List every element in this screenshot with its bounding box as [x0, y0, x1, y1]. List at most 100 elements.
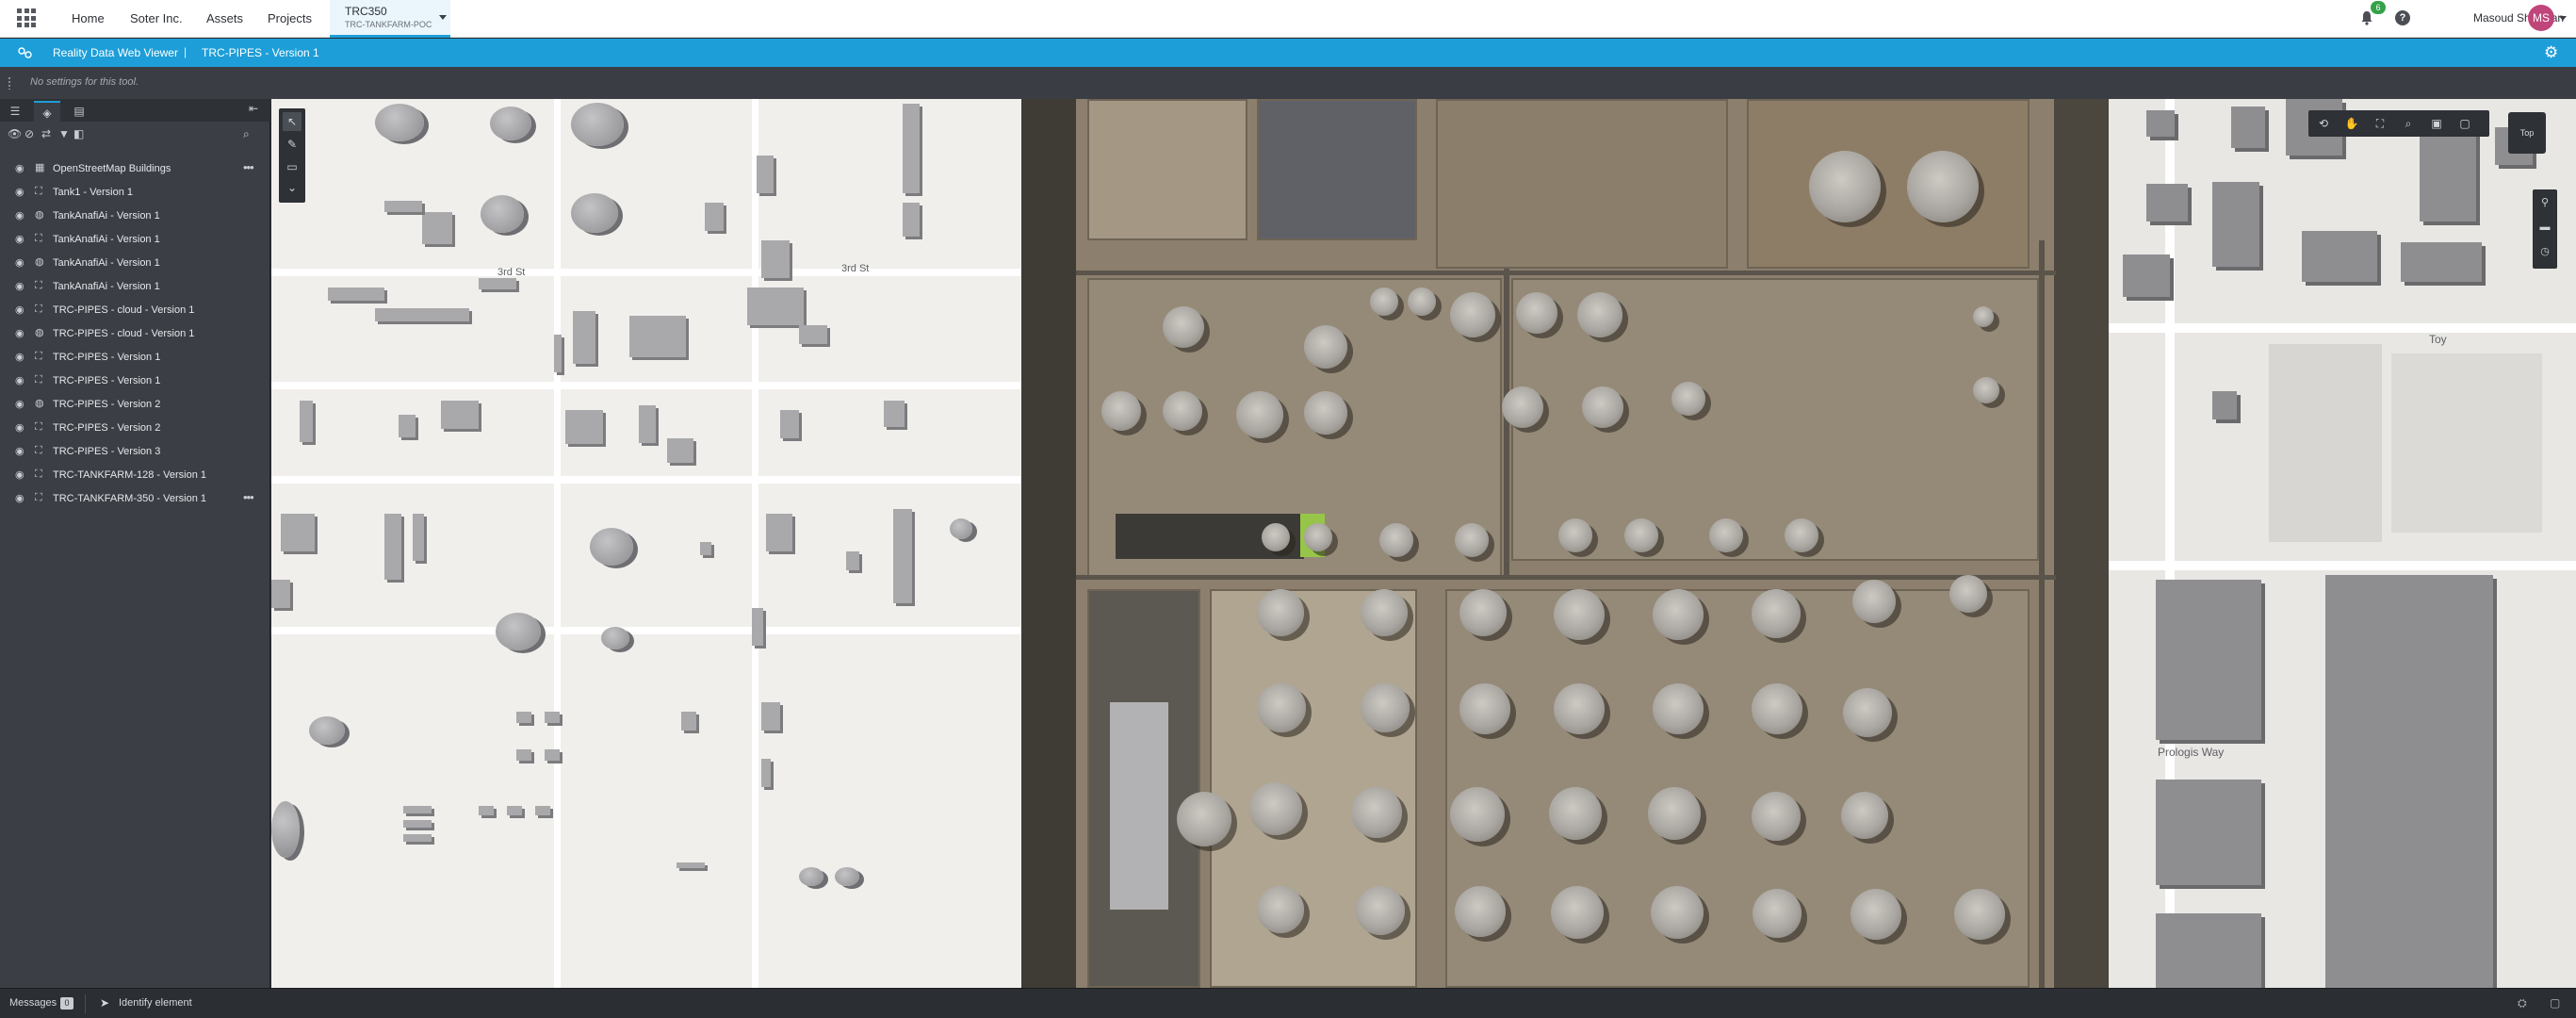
tree-item[interactable]: ◉ ⛶ TankAnafiAi - Version 1 — [0, 228, 270, 252]
tree-item[interactable]: ◉ ⛶ TRC-TANKFARM-350 - Version 1 ••• — [0, 487, 270, 511]
eye-icon[interactable]: ◉ — [15, 493, 26, 504]
right-tool-column: ⚲ ▬ ◷ — [2533, 189, 2557, 269]
storage-tank — [1752, 683, 1802, 734]
eye-icon[interactable]: ◉ — [15, 234, 26, 245]
storage-tank — [1351, 787, 1402, 838]
eye-icon[interactable]: ◉ — [15, 352, 26, 363]
tree-item-label: TRC-TANKFARM-128 - Version 1 — [53, 469, 207, 481]
tree-item[interactable]: ◉ ⛶ TRC-PIPES - Version 3 — [0, 440, 270, 464]
help-icon[interactable]: ? — [2395, 10, 2410, 25]
storage-tank — [1973, 377, 1999, 403]
view-redo-icon[interactable]: ▢ — [2454, 114, 2476, 133]
eye-icon[interactable]: ◉ — [15, 469, 26, 481]
eye-icon[interactable]: ◉ — [15, 399, 26, 410]
tab-layers-icon[interactable]: ◈ — [34, 101, 60, 122]
search-icon[interactable]: ⌕ — [243, 127, 250, 141]
view-cube[interactable]: Top — [2508, 112, 2546, 154]
tree-item-label: Tank1 - Version 1 — [53, 187, 133, 198]
tree-item[interactable]: ◉ ◍ TRC-PIPES - Version 2 — [0, 393, 270, 417]
isolate-icon[interactable]: ◧ — [73, 127, 84, 140]
chevron-down-icon[interactable] — [439, 15, 447, 20]
eye-icon[interactable]: ◉ — [15, 446, 26, 457]
user-menu-chevron-icon[interactable] — [2559, 16, 2567, 21]
storage-tank — [1648, 787, 1701, 840]
app-launcher-icon[interactable] — [17, 8, 36, 27]
eye-icon[interactable]: ◉ — [15, 422, 26, 434]
tree-item[interactable]: ◉ ⛶ TRC-PIPES - Version 1 — [0, 346, 270, 369]
tree-item[interactable]: ◉ ⛶ TRC-PIPES - Version 1 — [0, 369, 270, 393]
pan-hand-icon[interactable]: ✋ — [2340, 114, 2363, 133]
building-round — [496, 613, 541, 650]
messages-button[interactable]: Messages — [9, 997, 57, 1009]
building-round — [835, 867, 859, 886]
storage-tank — [1785, 518, 1818, 552]
person-walk-icon[interactable]: ⚲ — [2535, 193, 2554, 212]
storage-tank — [1101, 391, 1141, 431]
filter-icon[interactable]: ▼ — [58, 127, 70, 140]
nav-org-link[interactable]: Soter Inc. — [130, 11, 183, 25]
avatar[interactable]: MS — [2528, 5, 2554, 31]
storage-tank — [1850, 889, 1901, 940]
section-tool-icon[interactable]: ▭ — [283, 157, 302, 176]
measure-tool-icon[interactable]: ✎ — [283, 135, 302, 154]
project-tab[interactable]: TRC350 TRC-TANKFARM-POC — [330, 0, 450, 38]
clock-icon[interactable]: ◷ — [2535, 242, 2554, 261]
fullscreen-icon[interactable]: ▢ — [2550, 996, 2560, 1010]
eye-icon[interactable]: ◉ — [15, 187, 26, 198]
tree-item[interactable]: ◉ ◍ TankAnafiAi - Version 1 — [0, 252, 270, 275]
building — [752, 608, 763, 646]
camera-icon[interactable]: ▬ — [2535, 218, 2554, 237]
nav-assets-link[interactable]: Assets — [206, 11, 243, 25]
select-tool-icon[interactable]: ↖ — [283, 112, 302, 131]
eye-icon[interactable]: ◉ — [15, 257, 26, 269]
pipe — [1076, 271, 2056, 275]
tab-list-icon[interactable]: ☰ — [2, 101, 28, 122]
point-cloud-icon: ◍ — [35, 209, 44, 221]
eye-icon[interactable]: ◉ — [15, 163, 26, 174]
more-tools-icon[interactable]: ⌄ — [283, 178, 302, 197]
messages-count-badge: 0 — [60, 997, 73, 1010]
eye-icon[interactable]: ◉ — [15, 281, 26, 292]
eye-icon[interactable]: ◉ — [15, 304, 26, 316]
rotate-icon[interactable]: ⟲ — [2312, 114, 2335, 133]
eye-icon[interactable]: ◉ — [15, 210, 26, 222]
tree-item[interactable]: ◉ ⛶ TankAnafiAi - Version 1 — [0, 275, 270, 299]
view-undo-icon[interactable]: ▣ — [2425, 114, 2448, 133]
mesh-icon: ⛶ — [35, 421, 42, 433]
tree-item[interactable]: ◉ ▦ OpenStreetMap Buildings ••• — [0, 157, 270, 181]
hide-all-icon[interactable]: ⊘ — [24, 127, 34, 140]
eye-icon[interactable]: ◉ — [15, 375, 26, 386]
invert-icon[interactable]: ⇄ — [41, 127, 51, 140]
building — [903, 203, 920, 237]
eye-icon[interactable]: ◉ — [15, 328, 26, 339]
nav-home-link[interactable]: Home — [72, 11, 105, 25]
gear-icon[interactable]: ⚙ — [2544, 44, 2561, 61]
tree-item[interactable]: ◉ ⛶ TRC-PIPES - cloud - Version 1 — [0, 299, 270, 322]
view-settings-icon[interactable]: ⛭ — [2518, 996, 2527, 1010]
project-name: TRC350 — [345, 5, 387, 18]
tab-properties-icon[interactable]: ▤ — [66, 101, 92, 122]
zoom-icon[interactable]: ⌕ — [2397, 114, 2420, 133]
3d-viewport[interactable]: 3rd St 3rd St Toy Prologis Way ↖ ✎ ▭ ⌄ ⟲… — [271, 99, 2576, 988]
tree-item[interactable]: ◉ ⛶ TRC-TANKFARM-128 - Version 1 — [0, 464, 270, 487]
more-options-icon[interactable]: ••• — [243, 490, 254, 504]
more-options-icon[interactable]: ••• — [243, 160, 254, 174]
model-tree-panel: ☰ ◈ ▤ ⇤ 👁 ⊘ ⇄ ▼ ◧ ⌕ ◉ ▦ OpenStreetMap Bu… — [0, 99, 270, 988]
nav-projects-link[interactable]: Projects — [268, 11, 312, 25]
pipe — [1076, 575, 2056, 580]
tree-item[interactable]: ◉ ◍ TRC-PIPES - cloud - Version 1 — [0, 322, 270, 346]
building — [554, 335, 562, 372]
drag-handle-icon[interactable] — [8, 76, 11, 90]
road — [271, 627, 1021, 634]
tree-item-label: TRC-PIPES - Version 1 — [53, 375, 161, 386]
tree-item[interactable]: ◉ ◍ TankAnafiAi - Version 1 — [0, 205, 270, 228]
tree-item[interactable]: ◉ ⛶ TRC-PIPES - Version 2 — [0, 417, 270, 440]
fit-view-icon[interactable]: ⛶ — [2369, 114, 2391, 133]
storage-tank — [1653, 589, 1704, 640]
tree-item[interactable]: ◉ ⛶ Tank1 - Version 1 — [0, 181, 270, 205]
show-all-icon[interactable]: 👁 — [8, 127, 22, 140]
collapse-panel-icon[interactable]: ⇤ — [249, 102, 258, 115]
mesh-icon: ⛶ — [35, 445, 42, 456]
bell-icon[interactable] — [2360, 10, 2373, 25]
navigation-toolbar: ⟲ ✋ ⛶ ⌕ ▣ ▢ — [2308, 110, 2489, 137]
